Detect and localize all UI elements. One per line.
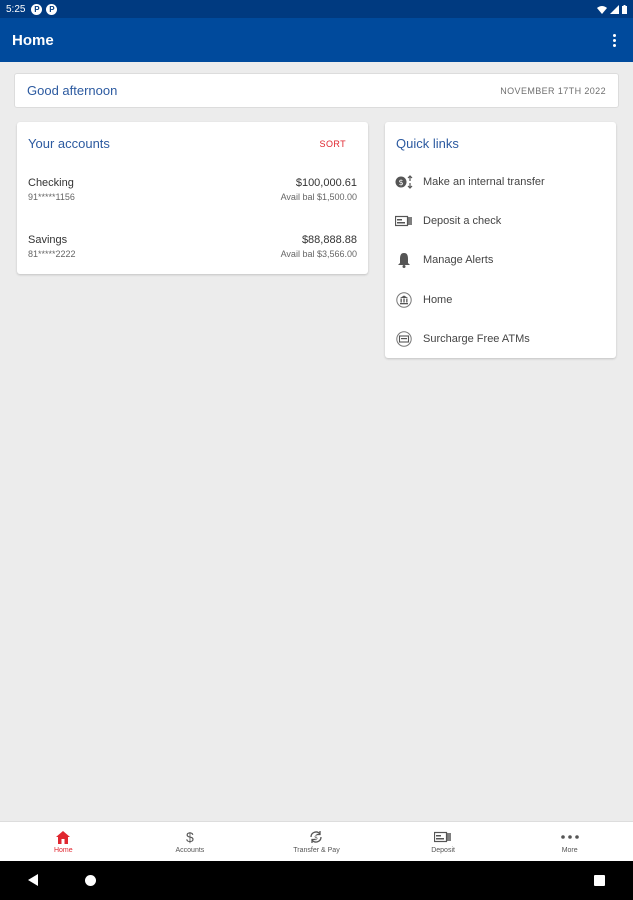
quick-link-internal-transfer[interactable]: $ Make an internal transfer — [395, 170, 607, 194]
quick-link-label: Deposit a check — [423, 215, 502, 227]
account-available-balance: Avail bal $1,500.00 — [280, 192, 357, 202]
quick-links-title: Quick links — [396, 136, 459, 151]
nav-deposit[interactable]: Deposit — [380, 822, 507, 861]
quick-link-manage-alerts[interactable]: Manage Alerts — [395, 248, 607, 272]
quick-link-label: Make an internal transfer — [423, 176, 545, 188]
overflow-menu-icon[interactable] — [607, 30, 621, 50]
quick-link-deposit-check[interactable]: Deposit a check — [395, 209, 607, 233]
nav-transfer-pay[interactable]: $ Transfer & Pay — [253, 822, 380, 861]
account-name: Checking — [28, 177, 74, 189]
nav-more[interactable]: More — [506, 822, 633, 861]
accounts-card: Your accounts SORT Checking 91*****1156 … — [17, 122, 368, 274]
svg-text:$: $ — [315, 835, 319, 842]
nav-accounts[interactable]: $ Accounts — [127, 822, 254, 861]
nav-label: Deposit — [431, 847, 455, 854]
status-icons — [597, 4, 627, 14]
status-time: 5:25 — [6, 3, 26, 15]
accounts-title: Your accounts — [28, 136, 110, 151]
bottom-navigation: Home $ Accounts $ Transfer & Pay Deposit… — [0, 821, 633, 861]
greeting-card: Good afternoon NOVEMBER 17TH 2022 — [14, 73, 619, 108]
nav-label: Transfer & Pay — [293, 847, 340, 854]
account-row-savings[interactable]: Savings 81*****2222 $88,888.88 Avail bal… — [28, 234, 357, 266]
nav-home[interactable]: Home — [0, 822, 127, 861]
account-number: 81*****2222 — [28, 249, 76, 259]
account-name: Savings — [28, 234, 68, 246]
quick-link-label: Home — [423, 294, 453, 306]
home-button-icon[interactable] — [85, 875, 96, 886]
more-dots-icon — [560, 829, 579, 845]
status-bar: 5:25 P P — [0, 0, 633, 18]
wifi-icon — [597, 5, 607, 14]
svg-text:$: $ — [398, 178, 403, 187]
nav-label: Home — [53, 847, 73, 854]
battery-icon — [622, 4, 627, 14]
signal-icon — [610, 4, 619, 14]
bank-icon — [395, 291, 413, 309]
greeting-text: Good afternoon — [27, 83, 118, 98]
quick-link-home[interactable]: Home — [395, 288, 607, 312]
sort-button[interactable]: SORT — [320, 139, 346, 149]
account-balance: $100,000.61 — [295, 177, 357, 189]
check-deposit-icon — [395, 212, 413, 230]
account-available-balance: Avail bal $3,566.00 — [280, 249, 357, 259]
dollar-icon: $ — [185, 829, 194, 845]
app-bar: Home — [0, 18, 633, 62]
transfer-pay-icon: $ — [308, 829, 324, 845]
page-title: Home — [12, 31, 54, 49]
atm-icon — [395, 330, 413, 348]
back-icon[interactable] — [28, 874, 38, 886]
account-number: 91*****1156 — [28, 192, 75, 202]
nav-label: More — [561, 847, 578, 854]
transfer-icon: $ — [395, 173, 413, 191]
account-balance: $88,888.88 — [301, 234, 357, 246]
notification-p-icon: P — [31, 3, 43, 15]
quick-link-label: Surcharge Free ATMs — [423, 333, 530, 345]
system-navigation-bar — [0, 861, 633, 900]
quick-links-card: Quick links $ Make an internal transfer … — [385, 122, 616, 358]
bell-icon — [395, 251, 413, 269]
quick-link-surcharge-free-atms[interactable]: Surcharge Free ATMs — [395, 327, 607, 351]
deposit-icon — [434, 829, 452, 845]
recent-apps-icon[interactable] — [594, 875, 605, 886]
home-icon — [56, 829, 71, 845]
quick-link-label: Manage Alerts — [423, 254, 494, 266]
notification-p-icon: P — [46, 3, 58, 15]
account-row-checking[interactable]: Checking 91*****1156 $100,000.61 Avail b… — [28, 177, 357, 209]
greeting-date: NOVEMBER 17TH 2022 — [500, 85, 606, 96]
nav-label: Accounts — [175, 847, 205, 854]
